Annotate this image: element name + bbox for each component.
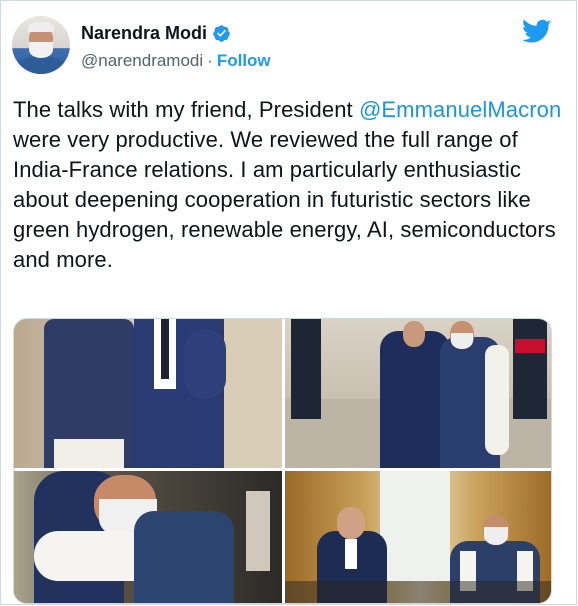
avatar-beard: [29, 42, 53, 58]
separator-dot: ·: [207, 51, 213, 70]
author-handle[interactable]: @narendramodi: [81, 51, 203, 71]
follow-button[interactable]: Follow: [217, 51, 271, 71]
mention-link[interactable]: @EmmanuelMacron: [359, 97, 561, 122]
photo-leaders-embrace-closeup[interactable]: [14, 319, 282, 468]
photo-leaders-hug[interactable]: [14, 471, 282, 603]
tweet-text-after: were very productive. We reviewed the fu…: [13, 127, 556, 272]
tweet-text: The talks with my friend, President @Emm…: [13, 95, 565, 275]
twitter-bird-icon[interactable]: [522, 19, 552, 45]
author-name[interactable]: Narendra Modi: [81, 23, 207, 44]
avatar-shoulders: [15, 56, 67, 74]
avatar-hair: [28, 22, 54, 32]
avatar[interactable]: [12, 16, 70, 74]
author-handle-row: @narendramodi · Follow: [81, 51, 271, 71]
media-grid: [13, 318, 552, 604]
tweet-text-before: The talks with my friend, President: [13, 97, 359, 122]
photo-leaders-handshake-palace[interactable]: [285, 319, 551, 468]
author-name-row[interactable]: Narendra Modi: [81, 22, 231, 44]
verified-badge-icon: [213, 24, 230, 42]
photo-leaders-seated-meeting[interactable]: [285, 471, 551, 603]
tweet-card: Narendra Modi @narendramodi · Follow The…: [0, 0, 577, 605]
